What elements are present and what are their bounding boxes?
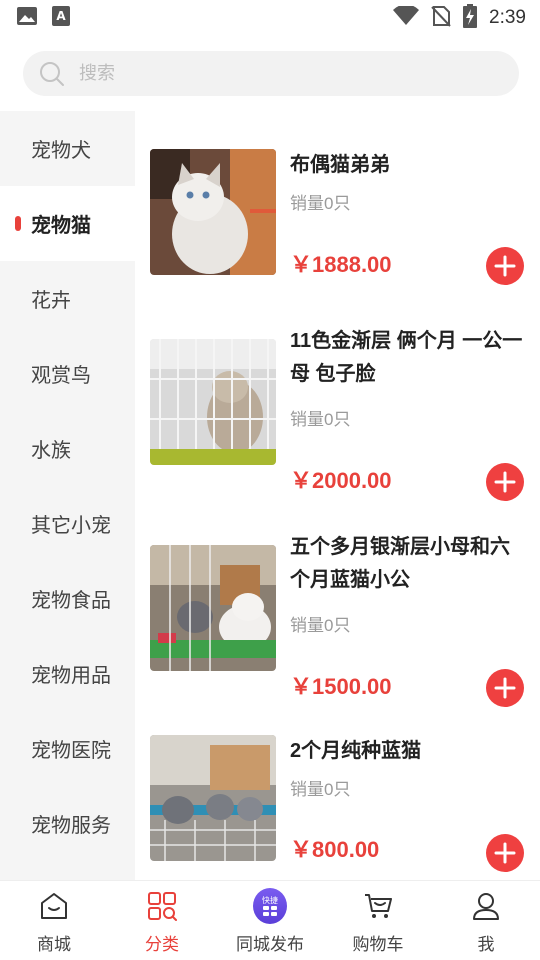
product-title[interactable]: 11色金渐层 俩个月 一公一母 包子脸 [290, 325, 525, 391]
status-right: 2:39 [393, 3, 526, 33]
tab-me[interactable]: 我 [432, 881, 540, 960]
font-icon: A [52, 5, 70, 31]
product-sales: 销量0只 [290, 410, 351, 429]
sidebar-item-label: 宠物食品 [31, 590, 111, 612]
product-sales: 销量0只 [290, 780, 351, 799]
plus-icon [494, 677, 516, 699]
sidebar-item-birds[interactable]: 观赏鸟 [0, 336, 135, 411]
product-list: 布偶猫弟弟 销量0只 ￥1888.00 11色金渐层 俩个月 一公一母 包子脸 … [135, 111, 540, 881]
sidebar-item-pet-services[interactable]: 宠物服务 [0, 786, 135, 861]
sidebar-item-label: 宠物服务 [31, 815, 111, 837]
publish-badge-text: 快捷 [262, 896, 278, 905]
sidebar-item-label: 宠物医院 [31, 740, 111, 762]
image-icon [16, 6, 38, 31]
sidebar-item-label: 宠物犬 [31, 140, 91, 162]
publish-icon: 快捷 [253, 888, 287, 924]
plus-icon [494, 471, 516, 493]
plus-icon [494, 255, 516, 277]
sidebar-item-label: 水族 [31, 440, 71, 462]
add-to-cart-button[interactable] [486, 669, 524, 707]
product-image[interactable] [150, 545, 276, 671]
status-time: 2:39 [489, 7, 526, 28]
status-bar: A 2:39 [0, 0, 540, 36]
product-image[interactable] [150, 735, 276, 861]
profile-icon [469, 889, 503, 923]
add-to-cart-button[interactable] [486, 463, 524, 501]
tab-label: 商城 [37, 935, 71, 954]
category-sidebar: 宠物犬 宠物猫 花卉 观赏鸟 水族 其它小宠 宠物食品 宠物用品 宠物医院 宠物… [0, 111, 135, 881]
product-sales: 销量0只 [290, 616, 351, 635]
product-price: ￥2000.00 [290, 468, 392, 493]
sidebar-item-cats[interactable]: 宠物猫 [0, 186, 135, 261]
product-title[interactable]: 布偶猫弟弟 [290, 149, 525, 182]
sidebar-item-dogs[interactable]: 宠物犬 [0, 111, 135, 186]
product-price: ￥800.00 [290, 837, 380, 862]
svg-text:A: A [56, 9, 66, 23]
plus-icon [494, 842, 516, 864]
search-bar[interactable] [23, 51, 519, 96]
tab-label: 我 [477, 935, 495, 954]
tab-category[interactable]: 分类 [108, 881, 216, 960]
sidebar-item-pet-food[interactable]: 宠物食品 [0, 561, 135, 636]
product-image[interactable] [150, 339, 276, 465]
category-icon [145, 889, 179, 923]
bottom-tab-bar: 商城 分类 快捷 同城发布 购物车 我 [0, 880, 540, 960]
product-price: ￥1500.00 [290, 674, 392, 699]
no-sim-icon [431, 5, 451, 32]
tab-label: 购物车 [352, 935, 404, 954]
add-to-cart-button[interactable] [486, 247, 524, 285]
shop-icon [37, 889, 71, 923]
cart-icon [361, 889, 395, 923]
search-input[interactable] [79, 63, 459, 84]
sidebar-item-label: 其它小宠 [31, 515, 111, 537]
sidebar-item-label: 宠物猫 [31, 215, 91, 237]
tab-label: 同城发布 [236, 935, 304, 954]
sidebar-item-flowers[interactable]: 花卉 [0, 261, 135, 336]
tab-shop[interactable]: 商城 [0, 881, 108, 960]
battery-charging-icon [463, 3, 478, 33]
product-sales: 销量0只 [290, 194, 351, 213]
add-to-cart-button[interactable] [486, 834, 524, 872]
tab-label: 分类 [145, 935, 179, 954]
sidebar-item-pet-hospital[interactable]: 宠物医院 [0, 711, 135, 786]
sidebar-item-other-pets[interactable]: 其它小宠 [0, 486, 135, 561]
sidebar-item-label: 花卉 [31, 290, 71, 312]
wifi-icon [393, 3, 420, 31]
tab-cart[interactable]: 购物车 [324, 881, 432, 960]
sidebar-item-pet-supplies[interactable]: 宠物用品 [0, 636, 135, 711]
status-left: A [16, 5, 70, 31]
tab-publish[interactable]: 快捷 同城发布 [216, 881, 324, 960]
sidebar-item-label: 观赏鸟 [31, 365, 91, 387]
product-price: ￥1888.00 [290, 252, 392, 277]
sidebar-item-label: 宠物用品 [31, 665, 111, 687]
publish-badge: 快捷 [253, 888, 287, 924]
product-title[interactable]: 2个月纯种蓝猫 [290, 735, 525, 768]
product-image[interactable] [150, 149, 276, 275]
sidebar-item-aquatic[interactable]: 水族 [0, 411, 135, 486]
product-title[interactable]: 五个多月银渐层小母和六个月蓝猫小公 [290, 531, 525, 597]
search-icon [39, 61, 65, 87]
